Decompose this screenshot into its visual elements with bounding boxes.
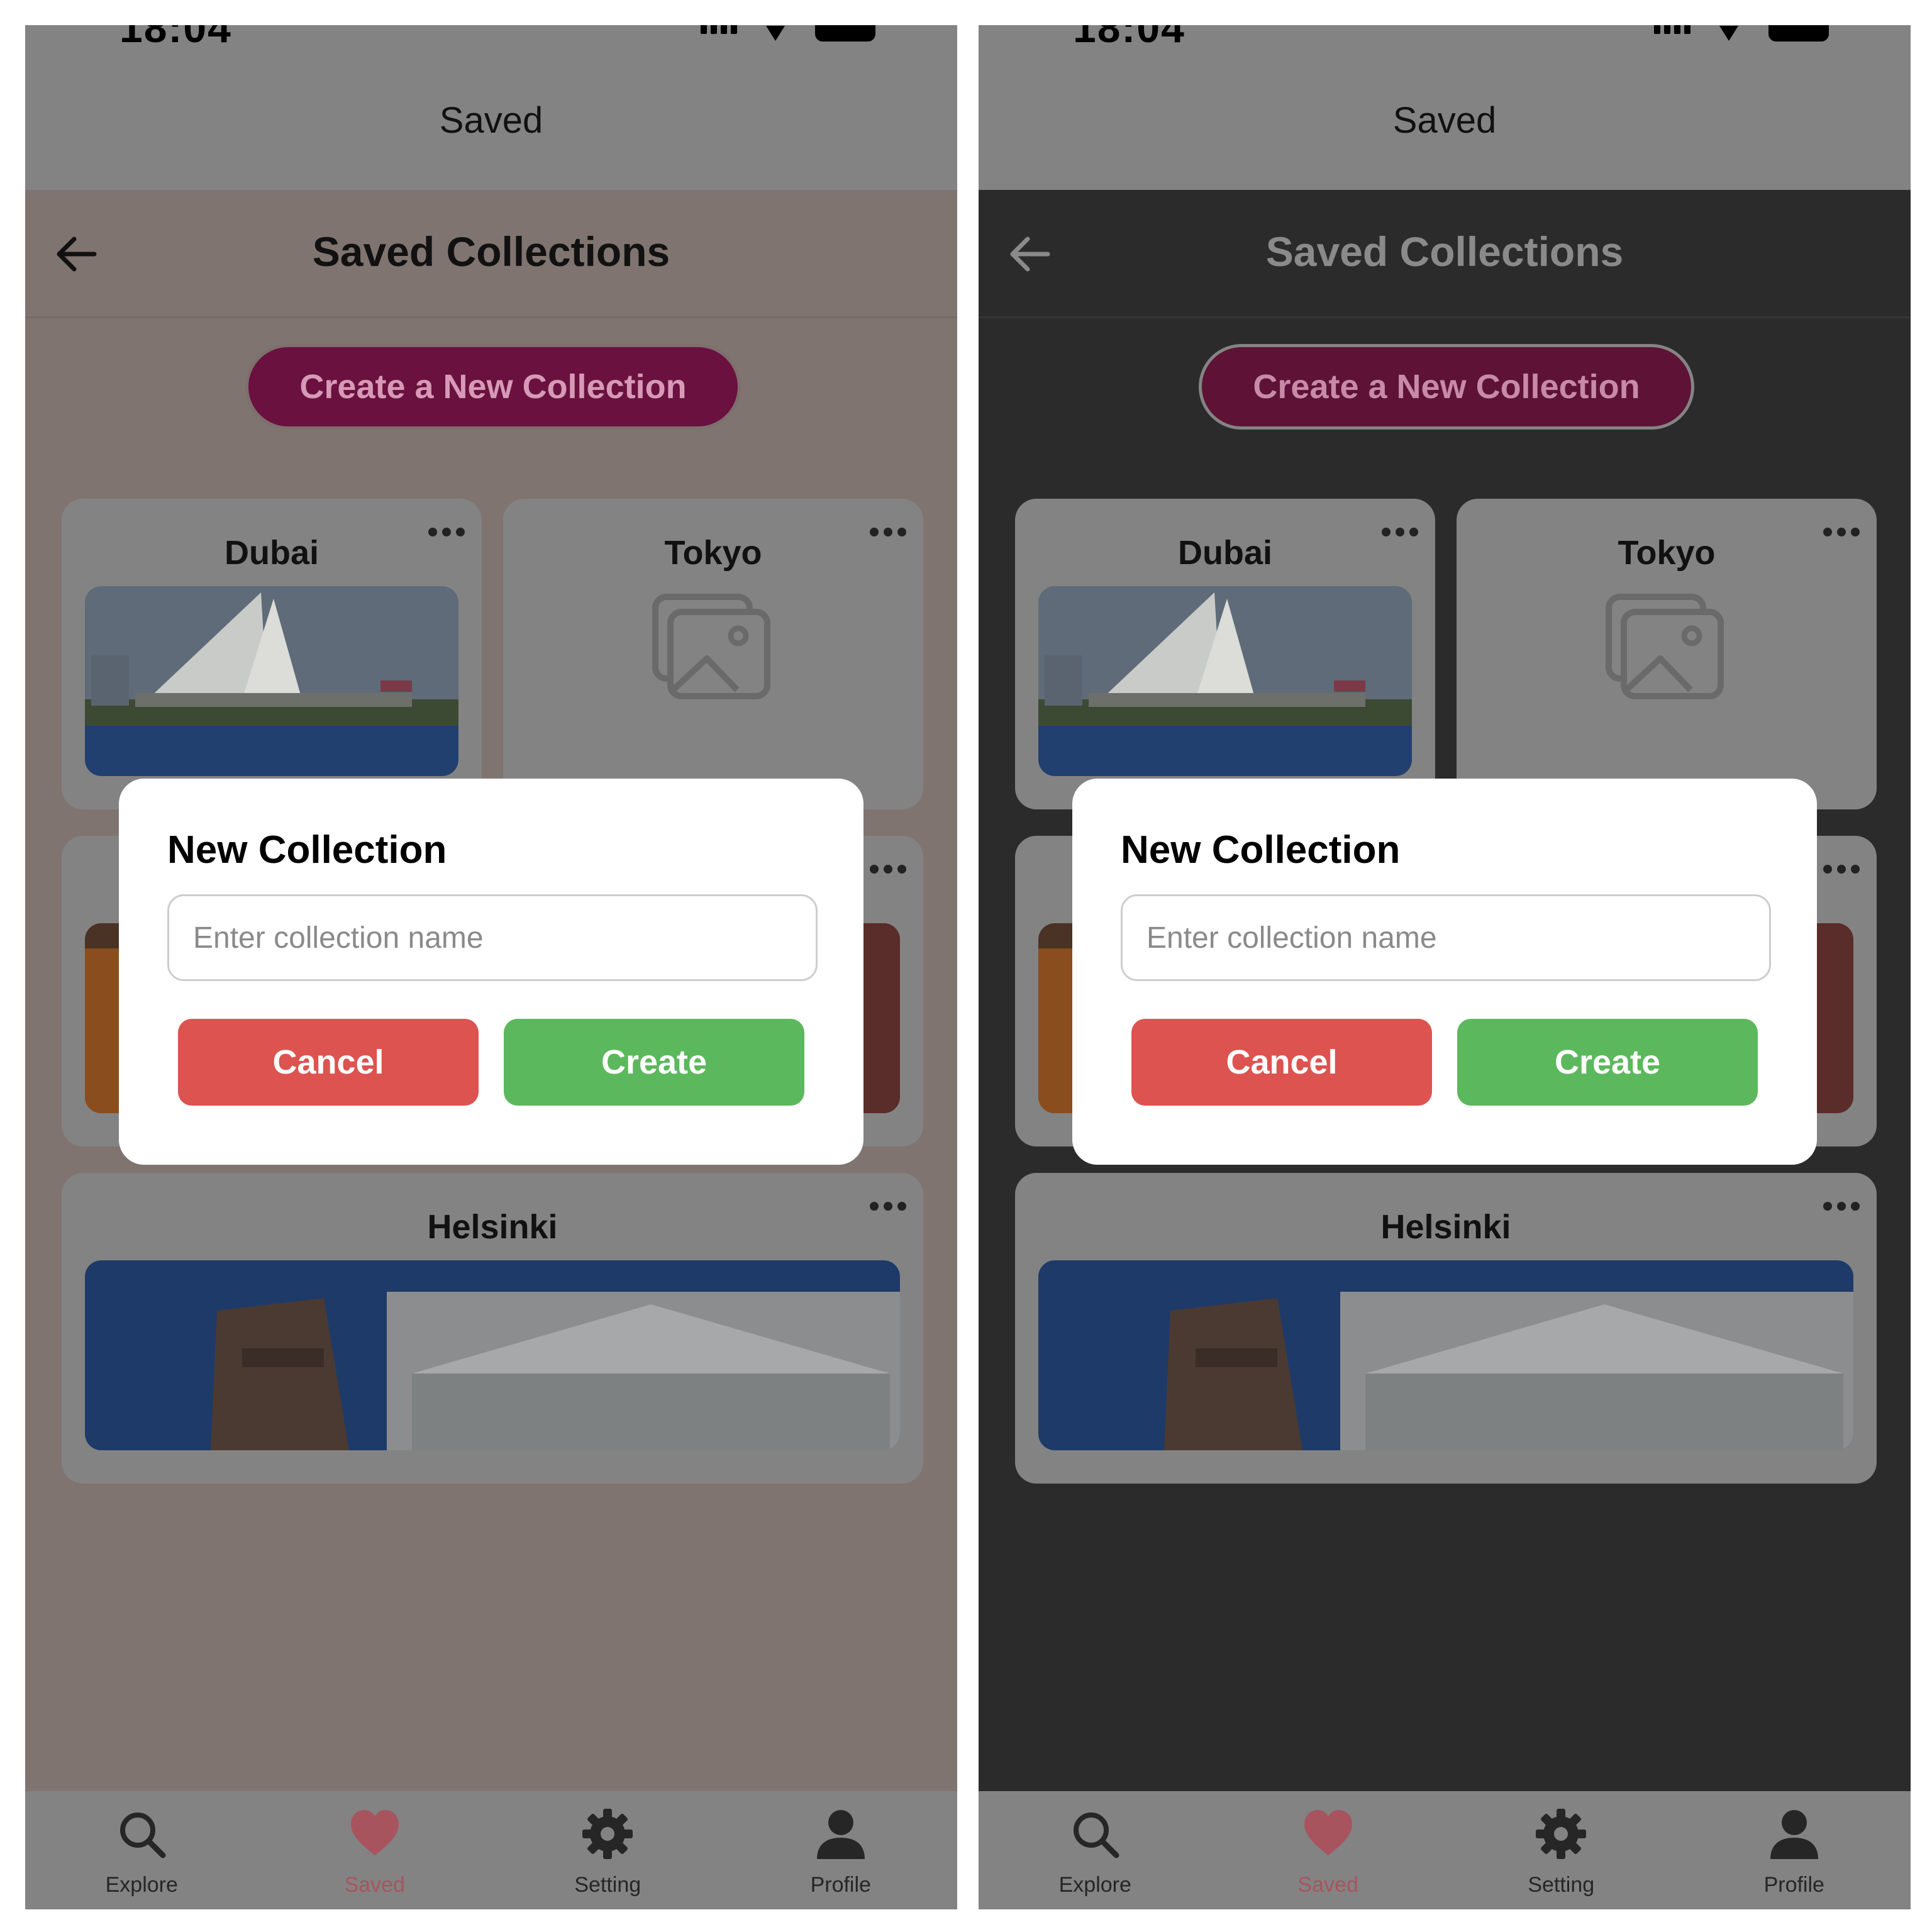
collection-title: Helsinki <box>427 1208 558 1246</box>
battery-icon <box>1768 25 1829 42</box>
top-bar-title: Saved <box>439 99 543 141</box>
nav-explore[interactable]: Explore <box>979 1791 1212 1909</box>
nav-setting[interactable]: Setting <box>1445 1791 1678 1909</box>
nav-setting[interactable]: Setting <box>491 1791 724 1909</box>
collection-thumbnail <box>1038 1260 1853 1450</box>
new-collection-dialog: New Collection Cancel Create <box>1072 779 1817 1165</box>
status-time: 18:04 <box>119 25 232 50</box>
create-button[interactable]: Create <box>1457 1019 1758 1106</box>
collection-thumbnail <box>85 1260 900 1450</box>
collections-header: Saved Collections <box>25 190 957 318</box>
nav-label: Saved <box>1297 1873 1358 1897</box>
collection-title: Tokyo <box>1618 534 1716 572</box>
collection-title: Tokyo <box>664 534 762 572</box>
collection-thumbnail <box>1038 586 1412 776</box>
more-options-icon[interactable] <box>867 862 909 876</box>
image-placeholder-icon <box>1606 594 1724 699</box>
heart-icon <box>1304 1810 1352 1855</box>
person-icon <box>816 1810 865 1859</box>
nav-label: Setting <box>574 1873 641 1897</box>
status-bar: 18:04 <box>979 25 1911 50</box>
dialog-title: New Collection <box>167 828 447 872</box>
wifi-icon <box>762 25 790 41</box>
nav-label: Profile <box>1763 1873 1824 1897</box>
collection-name-input[interactable] <box>1121 894 1771 981</box>
more-options-icon[interactable] <box>1820 1199 1863 1213</box>
nav-label: Explore <box>105 1873 178 1897</box>
gear-icon <box>1536 1809 1587 1859</box>
collection-title: Dubai <box>1177 534 1272 572</box>
collection-title: Dubai <box>224 534 319 572</box>
page-title: Saved Collections <box>1265 228 1624 275</box>
collections-header: Saved Collections <box>979 190 1911 318</box>
more-options-icon[interactable] <box>867 1199 909 1213</box>
nav-saved[interactable]: Saved <box>1212 1791 1445 1909</box>
collection-card-tokyo[interactable]: Tokyo <box>1457 499 1877 809</box>
nav-explore[interactable]: Explore <box>25 1791 258 1909</box>
nav-label: Setting <box>1528 1873 1595 1897</box>
collection-thumbnail <box>85 586 458 776</box>
status-time: 18:04 <box>1073 25 1185 50</box>
person-icon <box>1770 1810 1818 1859</box>
collection-card-dubai[interactable]: Dubai <box>62 499 482 809</box>
battery-icon <box>815 25 875 42</box>
top-bar-title: Saved <box>1392 99 1497 141</box>
heart-icon <box>350 1810 399 1855</box>
phone-screen-dark: 18:04 Saved Saved Collections Create a N… <box>979 25 1911 1909</box>
create-new-collection-button[interactable]: Create a New Collection <box>1199 344 1694 430</box>
nav-profile[interactable]: Profile <box>724 1791 958 1909</box>
nav-label: Explore <box>1058 1873 1131 1897</box>
cancel-button[interactable]: Cancel <box>1131 1019 1432 1106</box>
wifi-icon <box>1716 25 1743 41</box>
more-options-icon[interactable] <box>1820 862 1863 876</box>
more-options-icon[interactable] <box>1379 525 1421 539</box>
collection-name-input[interactable] <box>167 894 818 981</box>
nav-label: Profile <box>810 1873 871 1897</box>
bottom-nav: Explore Saved Setting Profile <box>25 1791 957 1909</box>
dialog-title: New Collection <box>1121 828 1401 872</box>
top-bar: Saved <box>25 50 957 190</box>
signal-icon <box>701 25 737 34</box>
more-options-icon[interactable] <box>1820 525 1863 539</box>
collection-card-helsinki[interactable]: Helsinki <box>62 1173 923 1484</box>
page-title: Saved Collections <box>312 228 670 275</box>
signal-icon <box>1654 25 1690 34</box>
collection-title: Helsinki <box>1380 1208 1511 1246</box>
top-bar: Saved <box>979 50 1911 190</box>
search-icon <box>1074 1813 1119 1858</box>
search-icon <box>120 1813 166 1858</box>
bottom-nav: Explore Saved Setting Profile <box>979 1791 1911 1909</box>
collection-card-tokyo[interactable]: Tokyo <box>503 499 923 809</box>
more-options-icon[interactable] <box>867 525 909 539</box>
nav-profile[interactable]: Profile <box>1678 1791 1911 1909</box>
status-bar: 18:04 <box>25 25 957 50</box>
phone-screen-light: 18:04 Saved Saved Collections Create a N… <box>25 25 957 1909</box>
gear-icon <box>582 1809 633 1859</box>
cancel-button[interactable]: Cancel <box>178 1019 479 1106</box>
collection-card-helsinki[interactable]: Helsinki <box>1015 1173 1877 1484</box>
more-options-icon[interactable] <box>425 525 468 539</box>
nav-saved[interactable]: Saved <box>258 1791 492 1909</box>
collection-card-dubai[interactable]: Dubai <box>1015 499 1435 809</box>
create-button[interactable]: Create <box>504 1019 804 1106</box>
image-placeholder-icon <box>652 594 770 699</box>
new-collection-dialog: New Collection Cancel Create <box>119 779 863 1165</box>
nav-label: Saved <box>344 1873 405 1897</box>
create-new-collection-button[interactable]: Create a New Collection <box>245 344 741 430</box>
